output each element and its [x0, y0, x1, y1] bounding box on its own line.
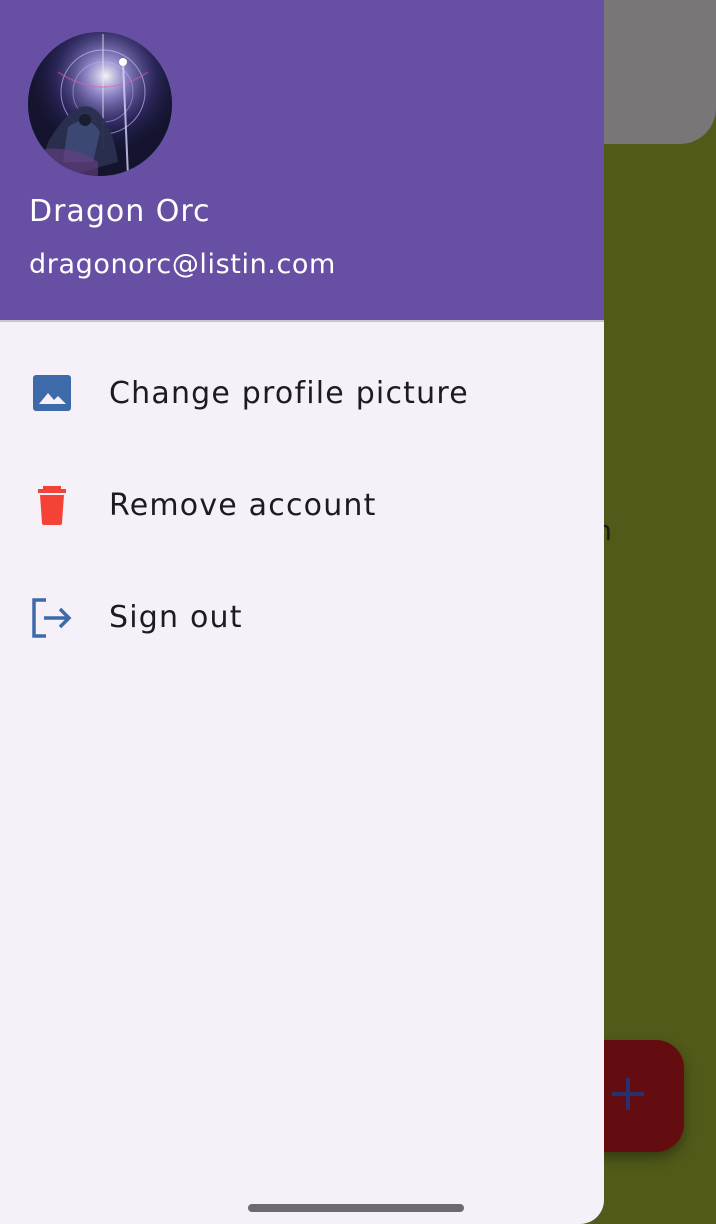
screen: en: [0, 0, 716, 1224]
logout-icon: [30, 598, 74, 638]
change-profile-picture-item[interactable]: Change profile picture: [0, 338, 604, 450]
image-icon: [30, 374, 74, 414]
sign-out-item[interactable]: Sign out: [0, 562, 604, 674]
change-profile-picture-label: Change profile picture: [109, 376, 469, 411]
account-email: dragonorc@listin.com: [29, 249, 336, 280]
navigation-drawer: Dragon Orc dragonorc@listin.com Change p…: [0, 0, 604, 1224]
home-indicator[interactable]: [248, 1204, 464, 1212]
account-name: Dragon Orc: [29, 194, 211, 229]
plus-icon: [610, 1076, 646, 1112]
profile-avatar[interactable]: [28, 32, 172, 176]
drawer-header: Dragon Orc dragonorc@listin.com: [0, 0, 604, 322]
sign-out-label: Sign out: [109, 600, 243, 635]
avatar-image: [28, 32, 172, 176]
remove-account-item[interactable]: Remove account: [0, 450, 604, 562]
remove-account-label: Remove account: [109, 488, 377, 523]
trash-icon: [30, 486, 74, 526]
